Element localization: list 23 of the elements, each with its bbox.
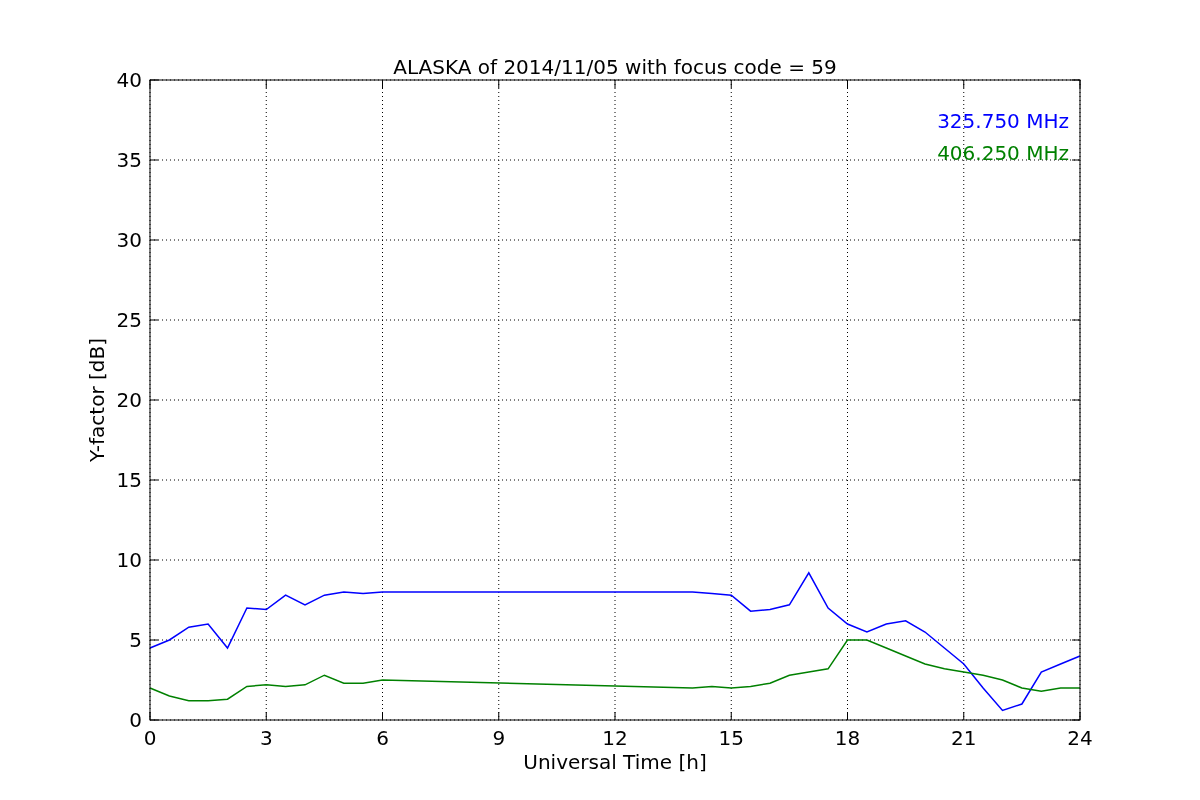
x-tick-label: 12 [602,726,628,750]
x-tick-label: 3 [259,726,273,750]
x-tick-label: 24 [1067,726,1093,750]
legend-label: 406.250 MHz [937,141,1069,165]
legend-label: 325.750 MHz [937,109,1069,133]
x-axis-label: Universal Time [h] [523,750,707,774]
y-axis-label: Y-factor [dB] [85,338,109,462]
y-tick-label: 15 [116,468,142,492]
chart-title: ALASKA of 2014/11/05 with focus code = 59 [393,55,837,79]
x-tick-label: 6 [376,726,389,750]
y-tick-label: 30 [116,228,142,252]
x-tick-label: 18 [834,726,861,750]
y-tick-label: 35 [116,148,142,172]
y-tick-label: 20 [116,388,142,412]
y-tick-label: 0 [129,708,142,732]
x-tick-label: 9 [492,726,506,750]
y-tick-label: 40 [116,68,142,92]
x-tick-label: 15 [718,726,744,750]
y-tick-label: 25 [116,308,142,332]
x-tick-label: 0 [143,726,157,750]
y-tick-label: 5 [129,628,142,652]
x-tick-label: 21 [951,726,977,750]
y-tick-label: 10 [116,548,142,572]
